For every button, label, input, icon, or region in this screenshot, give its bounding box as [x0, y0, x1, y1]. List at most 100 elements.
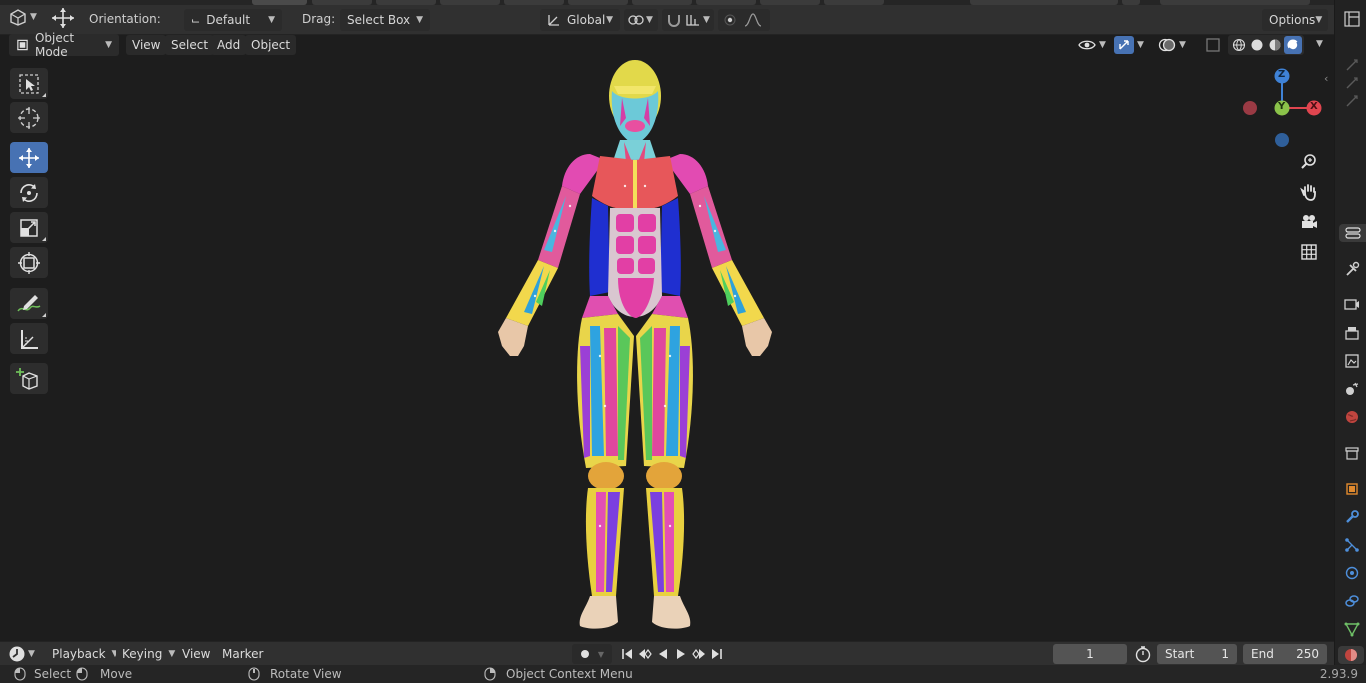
rendered-shading-icon[interactable] — [1284, 36, 1302, 54]
use-preview-range-stopwatch-icon[interactable] — [1134, 645, 1152, 663]
orientation-dropdown[interactable]: ⌙ Default ▼ — [184, 9, 282, 31]
scene-selector[interactable] — [970, 0, 1118, 5]
workspace-tab[interactable] — [568, 0, 628, 5]
solid-shading-icon[interactable] — [1248, 36, 1266, 54]
measure-tool[interactable] — [10, 323, 48, 354]
outliner-filter-icon[interactable] — [1343, 56, 1361, 74]
menu-keying[interactable]: Keying ▼ — [116, 644, 182, 664]
modifier-properties-wrench-icon[interactable] — [1343, 508, 1361, 526]
material-properties-icon[interactable] — [1338, 646, 1364, 664]
output-properties-icon[interactable] — [1343, 324, 1361, 342]
annotate-tool[interactable] — [10, 288, 48, 319]
proportional-editing-group[interactable] — [718, 9, 770, 31]
workspace-tabs-strip — [0, 0, 1334, 5]
perspective-grid-icon[interactable] — [1298, 241, 1320, 263]
keying-options-chevron-icon[interactable]: ▼ — [594, 645, 608, 663]
jump-to-keyframe-forward-icon[interactable] — [690, 645, 708, 663]
view-layer-properties-icon[interactable] — [1343, 352, 1361, 370]
constraint-properties-icon[interactable] — [1343, 592, 1361, 610]
menu-playback-label: Playback — [52, 647, 106, 661]
workspace-tab[interactable] — [696, 0, 756, 5]
xray-toggle-icon[interactable] — [1205, 37, 1221, 53]
chevron-down-icon: ▼ — [1315, 15, 1323, 25]
move-icon — [19, 147, 39, 168]
current-frame-field[interactable]: 1 — [1053, 644, 1127, 664]
workspace-tab[interactable] — [440, 0, 500, 5]
anatomy-model-mesh[interactable] — [440, 56, 840, 634]
gizmo-icon — [1114, 36, 1134, 54]
transform-tool[interactable] — [10, 247, 48, 278]
timeline-editor-type-button[interactable]: ▼ — [8, 644, 35, 664]
select-box-tool[interactable] — [10, 68, 48, 99]
workspace-tab[interactable] — [376, 0, 436, 5]
outliner-filter-icon[interactable] — [1343, 92, 1361, 110]
pan-hand-icon[interactable] — [1298, 181, 1320, 203]
particle-properties-icon[interactable] — [1343, 536, 1361, 554]
sidebar-toggle-arrow-icon[interactable]: ‹ — [1324, 72, 1328, 85]
options-dropdown[interactable]: Options ▼ — [1262, 9, 1328, 31]
menu-add[interactable]: Add — [211, 35, 247, 55]
mode-dropdown[interactable]: Object Mode ▼ — [9, 31, 119, 59]
pivot-point-dropdown[interactable]: ▼ — [624, 9, 658, 31]
outliner-filter-icon[interactable] — [1343, 74, 1361, 92]
shading-options-chevron-icon[interactable]: ▼ — [1316, 39, 1323, 49]
object-data-properties-icon[interactable] — [1343, 620, 1361, 638]
menu-marker[interactable]: Marker — [216, 644, 270, 664]
zoom-view-icon[interactable] — [1298, 151, 1320, 173]
menu-timeline-view[interactable]: View — [176, 644, 217, 664]
render-properties-icon[interactable] — [1343, 295, 1361, 313]
navigation-gizmo[interactable]: Z Y X — [1238, 66, 1328, 152]
menu-object[interactable]: Object — [245, 35, 297, 55]
drag-dropdown[interactable]: Select Box ▼ — [340, 9, 430, 31]
properties-editor-type-icon[interactable] — [1343, 10, 1361, 28]
cursor-tool[interactable] — [10, 102, 48, 133]
move-tool[interactable] — [10, 142, 48, 173]
frame-start-field[interactable]: Start 1 — [1157, 644, 1237, 664]
workspace-tab-active[interactable] — [252, 0, 307, 5]
world-properties-icon[interactable] — [1343, 408, 1361, 426]
physics-properties-icon[interactable] — [1343, 564, 1361, 582]
frame-end-field[interactable]: End 250 — [1243, 644, 1327, 664]
editor-type-button[interactable]: ▼ — [8, 8, 37, 26]
shading-mode-group — [1228, 35, 1304, 55]
eye-icon — [1078, 40, 1096, 50]
gizmo-toggle[interactable]: ▼ — [1114, 34, 1144, 56]
mouse-left-drag-icon — [76, 667, 88, 681]
transform-orientation-dropdown[interactable]: Global ▼ — [540, 9, 620, 31]
scale-tool[interactable] — [10, 212, 48, 243]
play-icon[interactable] — [672, 645, 690, 663]
snap-group[interactable]: ▼ — [662, 9, 714, 31]
chevron-down-icon: ▼ — [28, 649, 35, 659]
axes-icon: ⌙ — [191, 13, 201, 27]
scene-properties-icon[interactable] — [1343, 380, 1361, 398]
add-cube-tool[interactable] — [10, 363, 48, 394]
workspace-tab[interactable] — [760, 0, 820, 5]
mouse-middle-icon — [248, 667, 260, 681]
object-properties-icon[interactable] — [1343, 480, 1361, 498]
material-preview-shading-icon[interactable] — [1266, 36, 1284, 54]
workspace-tab[interactable] — [504, 0, 564, 5]
play-reverse-icon[interactable] — [654, 645, 672, 663]
properties-options-toggle-icon[interactable] — [1339, 224, 1366, 242]
jump-to-end-icon[interactable] — [708, 645, 726, 663]
menu-select[interactable]: Select — [165, 35, 215, 55]
scene-new-button[interactable] — [1122, 0, 1140, 5]
workspace-tab[interactable] — [632, 0, 692, 5]
visibility-dropdown[interactable]: ▼ — [1078, 34, 1106, 56]
workspace-tab[interactable] — [824, 0, 884, 5]
wireframe-shading-icon[interactable] — [1230, 36, 1248, 54]
menu-playback[interactable]: Playback ▼ — [46, 644, 125, 664]
frame-end-label: End — [1251, 647, 1274, 661]
tool-properties-icon[interactable] — [1343, 260, 1361, 278]
menu-view[interactable]: View — [126, 35, 167, 55]
jump-to-start-icon[interactable] — [618, 645, 636, 663]
rotate-tool[interactable] — [10, 177, 48, 208]
jump-to-keyframe-back-icon[interactable] — [636, 645, 654, 663]
workspace-tab[interactable] — [312, 0, 372, 5]
overlays-toggle[interactable]: ▼ — [1158, 34, 1186, 56]
camera-view-icon[interactable] — [1298, 211, 1320, 233]
options-label: Options — [1269, 13, 1316, 27]
record-keyframe-icon[interactable] — [576, 645, 594, 663]
view-layer-selector[interactable] — [1160, 0, 1310, 5]
collection-properties-icon[interactable] — [1343, 444, 1361, 462]
